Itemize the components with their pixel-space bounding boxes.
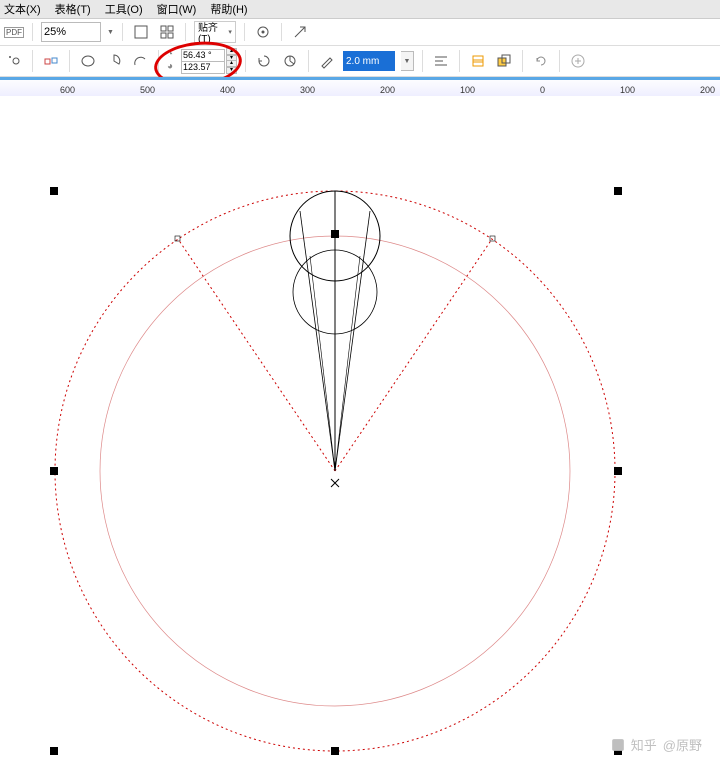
add-icon[interactable] xyxy=(568,51,588,71)
zhihu-icon xyxy=(611,738,625,752)
menu-help[interactable]: 帮助(H) xyxy=(210,1,247,17)
separator xyxy=(185,23,186,41)
grid-icon[interactable] xyxy=(157,22,177,42)
separator xyxy=(244,23,245,41)
ruler-horizontal: 600 500 400 300 200 100 0 100 200 xyxy=(0,77,720,98)
separator xyxy=(69,50,70,72)
refresh-icon[interactable] xyxy=(531,51,551,71)
handle-ml[interactable] xyxy=(50,467,58,475)
watermark-user: @原野 xyxy=(663,735,702,754)
separator xyxy=(308,50,309,72)
start-angle-icon: ◔ xyxy=(167,49,179,61)
separator xyxy=(32,50,33,72)
ruler-tick: 0 xyxy=(540,85,545,95)
shape-ellipse-icon[interactable] xyxy=(78,51,98,71)
ruler-tick: 100 xyxy=(460,85,475,95)
separator xyxy=(32,23,33,41)
separator xyxy=(245,50,246,72)
ruler-tick: 300 xyxy=(300,85,315,95)
order-icon[interactable] xyxy=(494,51,514,71)
toolbar-top: PDF ▼ 贴齐(T)▾ xyxy=(0,19,720,46)
separator xyxy=(422,50,423,72)
outline-width-input[interactable] xyxy=(343,51,395,71)
node-right[interactable] xyxy=(490,236,495,241)
outline-pen-icon[interactable] xyxy=(317,51,337,71)
handle-mr[interactable] xyxy=(614,467,622,475)
pdf-icon[interactable]: PDF xyxy=(4,22,24,42)
menu-table[interactable]: 表格(T) xyxy=(55,1,91,17)
shape-pie-icon[interactable] xyxy=(104,51,124,71)
launch-icon[interactable] xyxy=(290,22,310,42)
separator xyxy=(559,50,560,72)
node-left[interactable] xyxy=(175,236,180,241)
handle-tl[interactable] xyxy=(50,187,58,195)
handle-tc[interactable] xyxy=(331,230,339,238)
ruler-tick: 200 xyxy=(380,85,395,95)
menu-bar: 文本(X) 表格(T) 工具(O) 窗口(W) 帮助(H) xyxy=(0,0,720,19)
fullscreen-icon[interactable] xyxy=(131,22,151,42)
end-angle-icon: ◕ xyxy=(167,61,179,73)
watermark-site: 知乎 xyxy=(631,735,657,754)
direction-icon[interactable] xyxy=(254,51,274,71)
selection-handles xyxy=(50,187,622,755)
end-angle-input[interactable] xyxy=(181,61,225,74)
outline-width-dropdown[interactable]: ▼ xyxy=(401,51,414,71)
handle-tr[interactable] xyxy=(614,187,622,195)
menu-text[interactable]: 文本(X) xyxy=(4,1,41,17)
separator xyxy=(122,23,123,41)
handle-bc[interactable] xyxy=(331,747,339,755)
ungroup-icon[interactable] xyxy=(41,51,61,71)
ruler-tick: 100 xyxy=(620,85,635,95)
ellipse-mode-icon[interactable] xyxy=(4,51,24,71)
pie-toggle-icon[interactable] xyxy=(280,51,300,71)
separator xyxy=(522,50,523,72)
ruler-tick: 500 xyxy=(140,85,155,95)
align-lines-icon[interactable] xyxy=(431,51,451,71)
menu-window[interactable]: 窗口(W) xyxy=(157,1,197,17)
snap-dropdown[interactable]: 贴齐(T)▾ xyxy=(194,21,236,43)
drawing-canvas[interactable] xyxy=(0,96,720,770)
toolbar-properties: ◔ ▴▾ ◕ ▴▾ ▼ xyxy=(0,46,720,77)
angle2-down[interactable]: ▾ xyxy=(226,67,237,74)
separator xyxy=(281,23,282,41)
ruler-tick: 400 xyxy=(220,85,235,95)
menu-tool[interactable]: 工具(O) xyxy=(105,1,143,17)
settings-icon[interactable] xyxy=(253,22,273,42)
drawing-svg xyxy=(0,96,720,776)
angle2-up[interactable]: ▴ xyxy=(226,60,237,67)
black-ray-right-2 xyxy=(335,256,360,471)
shape-arc-icon[interactable] xyxy=(130,51,150,71)
watermark: 知乎 @原野 xyxy=(611,735,702,754)
angle1-up[interactable]: ▴ xyxy=(226,48,237,55)
separator xyxy=(459,50,460,72)
zoom-select[interactable] xyxy=(41,22,101,42)
zoom-dropdown-icon[interactable]: ▼ xyxy=(107,29,114,36)
handle-bl[interactable] xyxy=(50,747,58,755)
center-mark xyxy=(331,479,339,487)
angle-spinners: ◔ ▴▾ ◕ ▴▾ xyxy=(167,49,237,73)
ruler-tick: 200 xyxy=(700,85,715,95)
ruler-tick: 600 xyxy=(60,85,75,95)
separator xyxy=(158,50,159,72)
black-ray-left-2 xyxy=(310,256,335,471)
wrap-icon[interactable] xyxy=(468,51,488,71)
